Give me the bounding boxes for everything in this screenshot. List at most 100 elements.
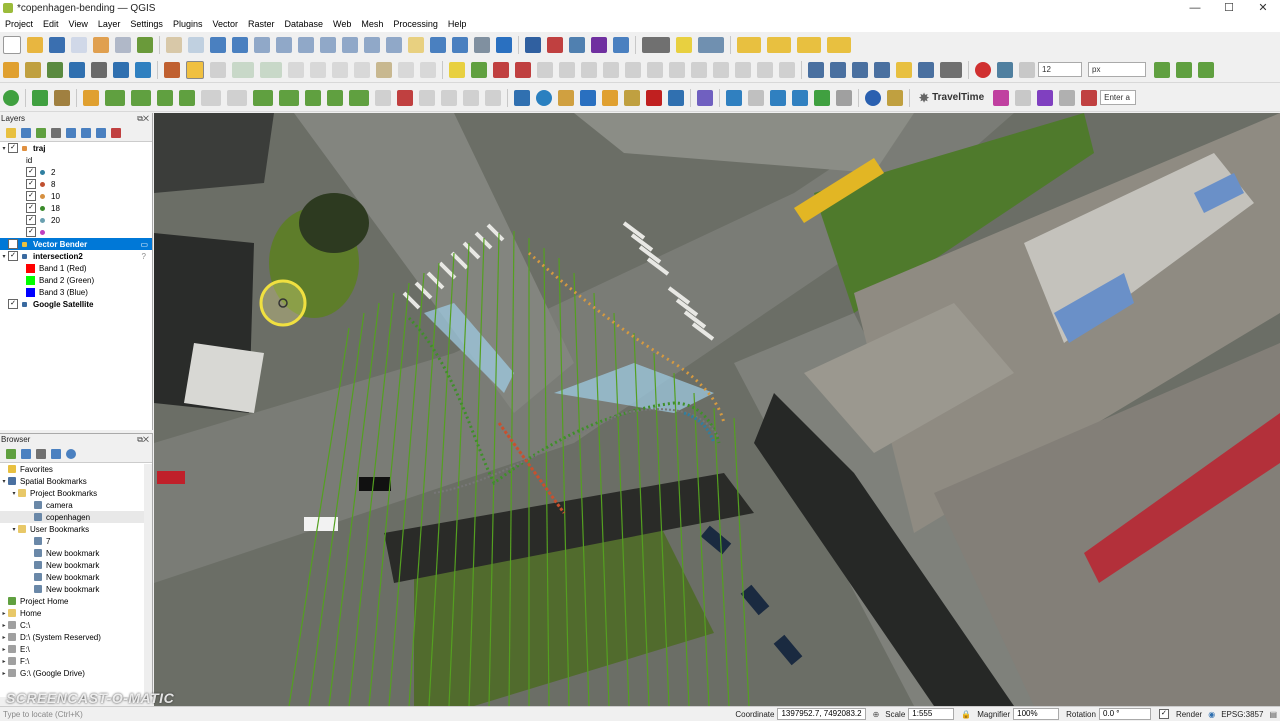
simplify-icon[interactable] bbox=[713, 61, 729, 78]
browser-item-home[interactable]: ▸ Home bbox=[0, 607, 152, 619]
properties-info-icon[interactable] bbox=[66, 449, 76, 459]
add-delimited-icon[interactable] bbox=[91, 61, 107, 78]
trim-extend-icon[interactable] bbox=[397, 89, 413, 106]
layout-manager-icon[interactable] bbox=[115, 36, 131, 53]
browser-item-project-home[interactable]: Project Home bbox=[0, 595, 152, 607]
save-as-icon[interactable] bbox=[71, 36, 87, 53]
record-stop-icon[interactable] bbox=[975, 61, 991, 78]
info-icon[interactable] bbox=[865, 89, 881, 106]
redo-icon[interactable] bbox=[420, 61, 436, 78]
style-icon[interactable] bbox=[6, 128, 16, 138]
add-mesh-icon[interactable] bbox=[69, 61, 85, 78]
legend-checkbox[interactable]: ✓ bbox=[26, 203, 36, 213]
rotate-back-icon[interactable] bbox=[580, 89, 596, 106]
abc-spell-icon[interactable] bbox=[646, 89, 662, 106]
layer-traj[interactable]: ▾ ✓ traj bbox=[0, 142, 152, 154]
paste-icon[interactable] bbox=[376, 61, 392, 78]
pencil-note-icon[interactable] bbox=[558, 89, 574, 106]
zoom-rubber-icon[interactable] bbox=[254, 36, 270, 53]
browser-item-drive[interactable]: ▸ G:\ (Google Drive) bbox=[0, 667, 152, 679]
browser-item-bookmark[interactable]: New bookmark bbox=[0, 571, 152, 583]
add-part-icon[interactable] bbox=[757, 61, 773, 78]
chart-icon[interactable] bbox=[697, 89, 713, 106]
zoom-layer-icon[interactable] bbox=[320, 36, 336, 53]
browser-item-spatial-bookmarks[interactable]: ▾ Spatial Bookmarks bbox=[0, 475, 152, 487]
processing-icon[interactable] bbox=[1154, 61, 1170, 78]
split-icon[interactable] bbox=[441, 89, 457, 106]
remove-layer-icon[interactable] bbox=[111, 128, 121, 138]
arrows-icon[interactable] bbox=[726, 89, 742, 106]
legend-checkbox[interactable]: ✓ bbox=[26, 191, 36, 201]
add-selected-icon[interactable] bbox=[6, 449, 16, 459]
cursor-icon[interactable] bbox=[836, 89, 852, 106]
rotate-label-icon[interactable] bbox=[559, 61, 575, 78]
legend-item[interactable]: ✓ bbox=[0, 226, 152, 238]
close-button[interactable]: ✕ bbox=[1246, 0, 1280, 16]
zoom-in-icon[interactable] bbox=[210, 36, 226, 53]
manage-map-icon[interactable] bbox=[36, 128, 46, 138]
tracing-icon[interactable] bbox=[997, 61, 1013, 78]
pan-hand-icon[interactable] bbox=[166, 36, 182, 53]
split-parts-icon[interactable] bbox=[647, 61, 663, 78]
current-edits-icon[interactable] bbox=[164, 61, 180, 78]
add-raster-icon[interactable] bbox=[47, 61, 63, 78]
save-project-icon[interactable] bbox=[49, 36, 65, 53]
magnifier-field[interactable]: 100% bbox=[1013, 708, 1060, 720]
browser-item-bookmark[interactable]: 7 bbox=[0, 535, 152, 547]
open-table-icon[interactable] bbox=[613, 36, 629, 53]
zoom-selection-icon[interactable] bbox=[298, 36, 314, 53]
close-x-icon[interactable] bbox=[1198, 61, 1214, 78]
locator-input[interactable]: Type to locate (Ctrl+K) bbox=[3, 710, 153, 719]
back-arrow-icon[interactable] bbox=[3, 89, 19, 106]
legend-item[interactable]: ✓ 2 bbox=[0, 166, 152, 178]
add-feature-icon[interactable] bbox=[253, 89, 273, 106]
delete-ring-icon[interactable] bbox=[463, 89, 479, 106]
new-project-icon[interactable] bbox=[3, 35, 21, 54]
select-by-value-icon[interactable] bbox=[767, 36, 791, 53]
compass-icon[interactable] bbox=[748, 89, 764, 106]
digitize-line-icon[interactable] bbox=[232, 61, 254, 78]
layer-intersection2[interactable]: ▾ ✓ intersection2? bbox=[0, 250, 152, 262]
zoom-next-icon[interactable] bbox=[386, 36, 402, 53]
reshape-icon[interactable] bbox=[625, 61, 641, 78]
snap-tolerance-icon[interactable] bbox=[1019, 61, 1035, 78]
browser-item-bookmark[interactable]: New bookmark bbox=[0, 547, 152, 559]
wrench-icon[interactable] bbox=[887, 89, 903, 106]
crs-label[interactable]: EPSG:3857 bbox=[1221, 710, 1263, 719]
add-spatialite-icon[interactable] bbox=[113, 61, 129, 78]
browser-item-bookmark[interactable]: New bookmark bbox=[0, 559, 152, 571]
attribute-table-icon[interactable] bbox=[547, 36, 563, 53]
undo-icon[interactable] bbox=[398, 61, 414, 78]
refresh-icon[interactable] bbox=[21, 449, 31, 459]
gps-icon[interactable] bbox=[32, 89, 48, 106]
add-vector-icon[interactable] bbox=[25, 61, 41, 78]
browser-item-bookmark[interactable]: camera bbox=[0, 499, 152, 511]
filter-browser-icon[interactable] bbox=[36, 449, 46, 459]
help-icon[interactable]: ? bbox=[142, 252, 146, 261]
scale-field[interactable]: 1:555 bbox=[908, 708, 955, 720]
add-rectangle-icon[interactable] bbox=[327, 89, 343, 106]
panel-float-close-icon[interactable]: ⧉✕ bbox=[137, 113, 149, 125]
layer-vector-bender[interactable]: ✓ Vector Bender ▭ bbox=[0, 238, 152, 250]
data-source-icon[interactable] bbox=[3, 61, 19, 78]
menu-database[interactable]: Database bbox=[280, 19, 329, 29]
browser-item-drive[interactable]: ▸ F:\ bbox=[0, 655, 152, 667]
menu-vector[interactable]: Vector bbox=[207, 19, 243, 29]
panel-float-close-icon[interactable]: ⧉✕ bbox=[137, 434, 149, 446]
menu-processing[interactable]: Processing bbox=[388, 19, 443, 29]
print-layout-icon[interactable] bbox=[93, 36, 109, 53]
add-wms-icon[interactable] bbox=[135, 61, 151, 78]
fill-ring-icon[interactable] bbox=[779, 61, 795, 78]
legend-item[interactable]: ✓ 10 bbox=[0, 190, 152, 202]
browser-item-drive[interactable]: ▸ C:\ bbox=[0, 619, 152, 631]
select-move-annotation-icon[interactable] bbox=[830, 61, 846, 78]
filter-expression-icon[interactable] bbox=[66, 128, 76, 138]
python-console-icon[interactable] bbox=[514, 89, 530, 106]
zoom-out-icon[interactable] bbox=[232, 36, 248, 53]
toggle-editing-pencil-icon[interactable] bbox=[186, 60, 204, 79]
lock-scale-icon[interactable]: 🔒 bbox=[961, 710, 971, 719]
grid-icon[interactable] bbox=[770, 89, 786, 106]
add-ring-icon[interactable] bbox=[735, 61, 751, 78]
annotation-text-icon[interactable] bbox=[808, 61, 824, 78]
refresh-icon[interactable] bbox=[496, 36, 512, 53]
